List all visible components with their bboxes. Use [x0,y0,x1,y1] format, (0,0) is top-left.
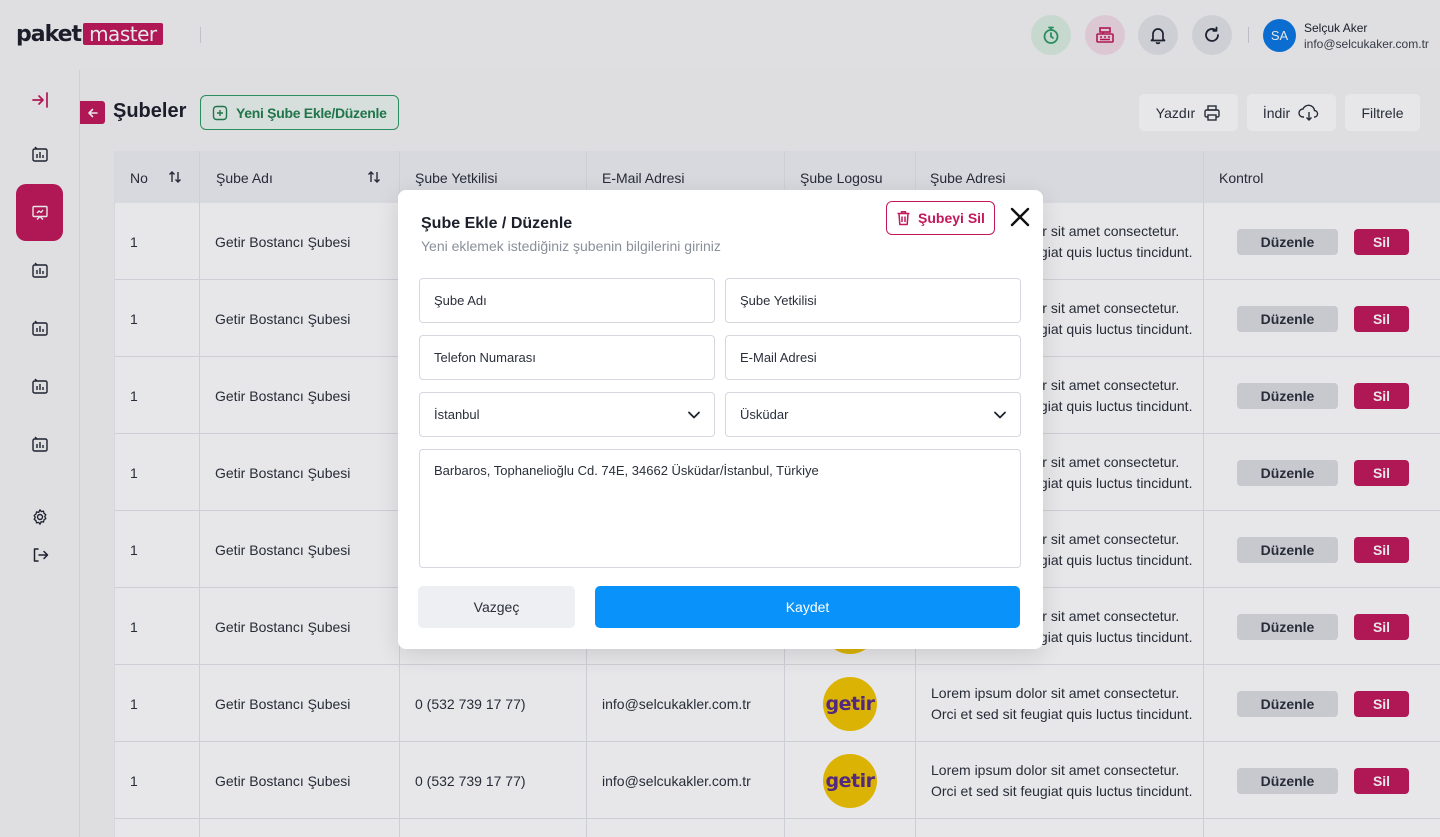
branch-name-placeholder: Şube Adı [434,293,487,308]
address-textarea[interactable]: Barbaros, Tophanelioğlu Cd. 74E, 34662 Ü… [419,449,1021,568]
branch-edit-modal: Şube Ekle / Düzenle Yeni eklemek istediğ… [398,190,1043,649]
email-field[interactable]: E-Mail Adresi [725,335,1021,380]
branch-manager-placeholder: Şube Yetkilisi [740,293,817,308]
phone-placeholder: Telefon Numarası [434,350,536,365]
delete-branch-label: Şubeyi Sil [918,210,985,226]
city-value: İstanbul [434,407,480,422]
email-placeholder: E-Mail Adresi [740,350,817,365]
branch-name-field[interactable]: Şube Adı [419,278,715,323]
cancel-button[interactable]: Vazgeç [418,586,575,628]
district-value: Üsküdar [740,407,789,422]
close-icon [1010,207,1030,227]
chevron-down-icon [994,411,1006,419]
delete-branch-button[interactable]: Şubeyi Sil [886,201,995,235]
phone-field[interactable]: Telefon Numarası [419,335,715,380]
district-select[interactable]: Üsküdar [725,392,1021,437]
trash-icon [897,211,910,226]
chevron-down-icon [688,411,700,419]
branch-manager-field[interactable]: Şube Yetkilisi [725,278,1021,323]
modal-title: Şube Ekle / Düzenle [421,215,573,232]
modal-subtitle: Yeni eklemek istediğiniz şubenin bilgile… [421,238,721,254]
save-button[interactable]: Kaydet [595,586,1020,628]
close-modal-button[interactable] [1007,204,1033,230]
city-select[interactable]: İstanbul [419,392,715,437]
